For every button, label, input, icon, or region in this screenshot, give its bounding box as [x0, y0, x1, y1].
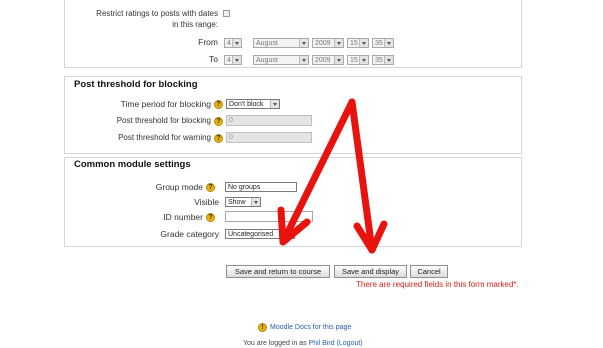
- id-number-input[interactable]: [225, 211, 313, 222]
- warning-input[interactable]: 0: [226, 132, 312, 143]
- group-mode-select[interactable]: No groups: [225, 182, 297, 192]
- to-minute-select[interactable]: 35: [372, 55, 394, 65]
- threshold-input[interactable]: 0: [226, 115, 312, 126]
- from-minute-select[interactable]: 35: [372, 38, 394, 48]
- logged-in-text: You are logged in as Phil Bird (Logout): [243, 340, 363, 347]
- help-icon[interactable]: ?: [214, 100, 223, 109]
- moodle-docs-link[interactable]: Moodle Docs for this page: [270, 324, 351, 331]
- group-mode-label: Group mode: [155, 182, 203, 192]
- blocking-legend: Post threshold for blocking: [74, 79, 198, 90]
- logout-link[interactable]: (Logout): [337, 340, 363, 347]
- logged-in-prefix: You are logged in as: [243, 340, 307, 347]
- time-period-label: Time period for blocking: [120, 99, 211, 109]
- required-fields-note: There are required fields in this form m…: [356, 280, 519, 289]
- user-name-link[interactable]: Phil Bird: [309, 340, 335, 347]
- to-year-select[interactable]: 2009: [312, 55, 344, 65]
- to-day-select[interactable]: 4: [224, 55, 242, 65]
- save-and-display-button[interactable]: Save and display: [334, 265, 407, 278]
- from-day-select[interactable]: 4: [224, 38, 242, 48]
- visible-select[interactable]: Show: [225, 197, 261, 207]
- save-and-return-button[interactable]: Save and return to course: [226, 265, 330, 278]
- help-icon[interactable]: ?: [206, 213, 215, 222]
- restrict-label-line1: Restrict ratings to posts with dates: [96, 9, 218, 18]
- to-month-select[interactable]: August: [253, 55, 309, 65]
- restrict-checkbox[interactable]: [223, 10, 230, 17]
- common-legend: Common module settings: [74, 159, 191, 170]
- visible-label: Visible: [194, 197, 219, 207]
- cancel-button[interactable]: Cancel: [410, 265, 448, 278]
- grade-category-select[interactable]: Uncategorised: [225, 229, 295, 239]
- threshold-label: Post threshold for blocking: [116, 116, 211, 125]
- restrict-label-line2: in this range:: [172, 20, 218, 29]
- from-year-select[interactable]: 2009: [312, 38, 344, 48]
- help-icon[interactable]: ?: [214, 117, 223, 126]
- from-month-select[interactable]: August: [253, 38, 309, 48]
- help-icon[interactable]: ?: [206, 183, 215, 192]
- from-label: From: [198, 37, 218, 47]
- to-label: To: [209, 54, 218, 64]
- to-hour-select[interactable]: 15: [347, 55, 369, 65]
- id-number-label: ID number: [163, 212, 203, 222]
- grade-category-label: Grade category: [160, 229, 219, 239]
- help-icon[interactable]: ?: [214, 134, 223, 143]
- from-hour-select[interactable]: 15: [347, 38, 369, 48]
- warning-label: Post threshold for warning: [118, 133, 211, 142]
- info-icon: !: [258, 323, 267, 332]
- time-period-select[interactable]: Don't block: [226, 99, 280, 109]
